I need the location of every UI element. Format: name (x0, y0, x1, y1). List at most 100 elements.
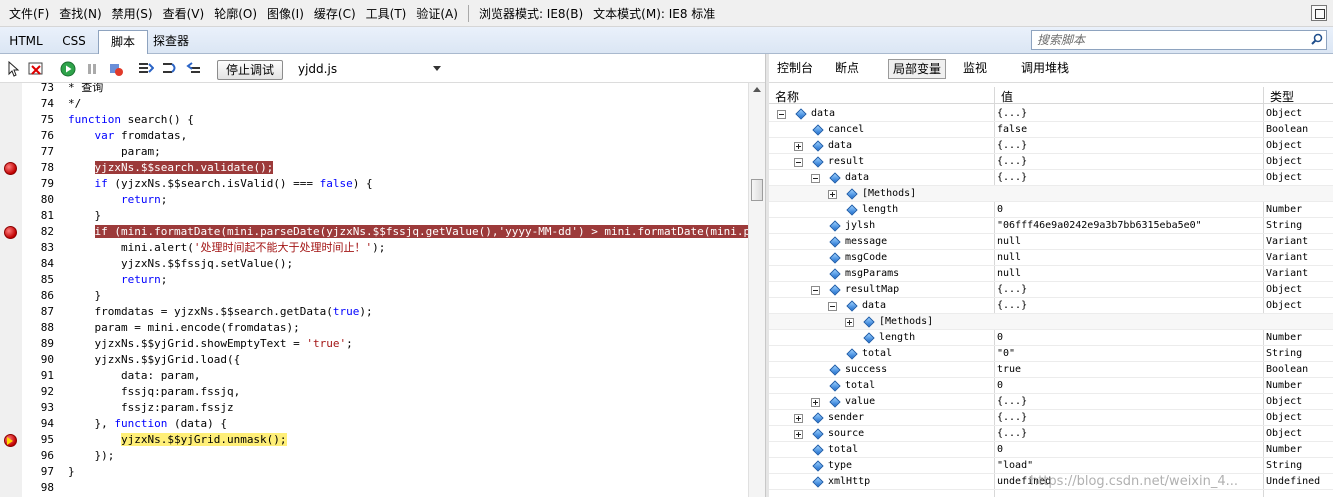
variable-value[interactable]: null (997, 234, 1021, 250)
code-line[interactable]: 95 yjzxNs.$$yjGrid.unmask(); (0, 432, 748, 448)
locals-row[interactable]: success true Boolean (769, 362, 1333, 378)
collapse-icon[interactable] (828, 302, 837, 311)
clear-breakpoints-icon[interactable] (28, 61, 44, 77)
code-line[interactable]: 86 } (0, 288, 748, 304)
variable-value[interactable]: "0" (997, 346, 1015, 362)
locals-row[interactable]: total 0 Number (769, 378, 1333, 394)
step-over-icon[interactable] (162, 61, 178, 77)
expand-icon[interactable] (811, 398, 820, 407)
locals-row[interactable]: data {...} Object (769, 106, 1333, 122)
locals-row[interactable]: message null Variant (769, 234, 1333, 250)
locals-row[interactable]: resultMap {...} Object (769, 282, 1333, 298)
variable-value[interactable]: true (997, 362, 1021, 378)
menu-file[interactable]: 文件(F) (4, 5, 54, 22)
code-line[interactable]: 87 fromdatas = yjzxNs.$$search.getData(t… (0, 304, 748, 320)
menu-images[interactable]: 图像(I) (262, 5, 309, 22)
expand-icon[interactable] (794, 142, 803, 151)
code-line[interactable]: 83 mini.alert('处理时间起不能大于处理时间止！'); (0, 240, 748, 256)
search-script-input[interactable]: 搜索脚本 (1031, 30, 1327, 50)
locals-row[interactable]: source {...} Object (769, 426, 1333, 442)
collapse-icon[interactable] (777, 110, 786, 119)
code-line[interactable]: 90 yjzxNs.$$yjGrid.load({ (0, 352, 748, 368)
variable-value[interactable]: {...} (997, 426, 1027, 442)
code-line[interactable]: 84 yjzxNs.$$fssjq.setValue(); (0, 256, 748, 272)
code-line[interactable]: 93 fssjz:param.fssjz (0, 400, 748, 416)
column-value-header[interactable]: 值 (1001, 88, 1013, 105)
breakpoint-icon[interactable] (4, 226, 17, 239)
code-line[interactable]: 75 function search() { (0, 112, 748, 128)
variable-value[interactable]: false (997, 122, 1027, 138)
scrollbar-thumb[interactable] (751, 179, 763, 201)
locals-row[interactable]: data {...} Object (769, 170, 1333, 186)
variable-value[interactable]: {...} (997, 106, 1027, 122)
menu-tools[interactable]: 工具(T) (361, 5, 412, 22)
scroll-up-icon[interactable] (753, 87, 761, 92)
code-line[interactable]: 96 }); (0, 448, 748, 464)
locals-row[interactable]: total 0 Number (769, 442, 1333, 458)
variable-value[interactable]: {...} (997, 282, 1027, 298)
locals-row[interactable]: data {...} Object (769, 298, 1333, 314)
code-line[interactable]: 82 if (mini.formatDate(mini.parseDate(yj… (0, 224, 748, 240)
variable-value[interactable]: 0 (997, 378, 1003, 394)
variable-value[interactable]: {...} (997, 410, 1027, 426)
continue-icon[interactable] (60, 61, 76, 77)
tab-console[interactable]: 控制台 (773, 59, 817, 79)
variable-value[interactable]: {...} (997, 170, 1027, 186)
column-name-header[interactable]: 名称 (775, 88, 799, 105)
column-type-header[interactable]: 类型 (1270, 88, 1294, 105)
menu-find[interactable]: 查找(N) (54, 5, 106, 22)
menu-validate[interactable]: 验证(A) (411, 5, 463, 22)
tab-call-stack[interactable]: 调用堆栈 (1017, 59, 1073, 79)
tab-locals[interactable]: 局部变量 (888, 59, 947, 79)
code-scrollbar[interactable] (748, 83, 765, 497)
code-line[interactable]: 74 */ (0, 96, 748, 112)
locals-row[interactable]: result {...} Object (769, 154, 1333, 170)
break-on-error-icon[interactable] (108, 61, 124, 77)
search-icon[interactable] (1311, 33, 1323, 45)
tab-css[interactable]: CSS (52, 30, 96, 54)
variable-value[interactable]: "06fff46e9a0242e9a3b7bb6315eba5e0" (997, 218, 1202, 234)
locals-row[interactable]: total "0" String (769, 346, 1333, 362)
browser-mode-menu[interactable]: 浏览器模式: IE8(B) (474, 5, 588, 22)
current-breakpoint-icon[interactable] (4, 434, 17, 447)
expand-icon[interactable] (794, 414, 803, 423)
code-line[interactable]: 89 yjzxNs.$$yjGrid.showEmptyText = 'true… (0, 336, 748, 352)
variable-value[interactable]: {...} (997, 298, 1027, 314)
code-line[interactable]: 73 * 查询 (0, 83, 748, 96)
tab-breakpoints[interactable]: 断点 (831, 59, 863, 79)
code-line[interactable]: 78 yjzxNs.$$search.validate(); (0, 160, 748, 176)
code-line[interactable]: 91 data: param, (0, 368, 748, 384)
tab-watch[interactable]: 监视 (959, 59, 991, 79)
code-line[interactable]: 97} (0, 464, 748, 480)
collapse-icon[interactable] (794, 158, 803, 167)
code-line[interactable]: 92 fssjq:param.fssjq, (0, 384, 748, 400)
menu-disable[interactable]: 禁用(S) (107, 5, 158, 22)
code-line[interactable]: 77 param; (0, 144, 748, 160)
variable-value[interactable]: 0 (997, 442, 1003, 458)
tab-profiler[interactable]: 探查器 (150, 30, 192, 54)
expand-icon[interactable] (794, 430, 803, 439)
source-code-view[interactable]: 73 * 查询 74 */ 75 function search() {76 var fr… (0, 83, 748, 497)
restore-window-icon[interactable] (1311, 5, 1327, 21)
code-line[interactable]: 81 } (0, 208, 748, 224)
locals-row[interactable]: cancel false Boolean (769, 122, 1333, 138)
expand-icon[interactable] (828, 190, 837, 199)
variable-value[interactable]: 0 (997, 330, 1003, 346)
breakpoint-icon[interactable] (4, 162, 17, 175)
document-mode-menu[interactable]: 文本模式(M): IE8 标准 (588, 5, 720, 22)
variable-value[interactable]: null (997, 266, 1021, 282)
collapse-icon[interactable] (811, 174, 820, 183)
select-element-icon[interactable] (6, 61, 22, 77)
code-line[interactable]: 94 }, function (data) { (0, 416, 748, 432)
code-line[interactable]: 88 param = mini.encode(fromdatas); (0, 320, 748, 336)
expand-icon[interactable] (845, 318, 854, 327)
locals-row[interactable]: msgCode null Variant (769, 250, 1333, 266)
step-into-icon[interactable] (138, 61, 154, 77)
locals-row[interactable]: length 0 Number (769, 202, 1333, 218)
locals-row[interactable]: type "load" String (769, 458, 1333, 474)
stop-debugging-button[interactable]: 停止调试 (217, 60, 283, 80)
code-line[interactable]: 85 return; (0, 272, 748, 288)
script-file-select[interactable]: yjdd.js (298, 60, 337, 78)
chevron-down-icon[interactable] (433, 66, 441, 71)
locals-row[interactable]: [Methods] (769, 186, 1333, 202)
